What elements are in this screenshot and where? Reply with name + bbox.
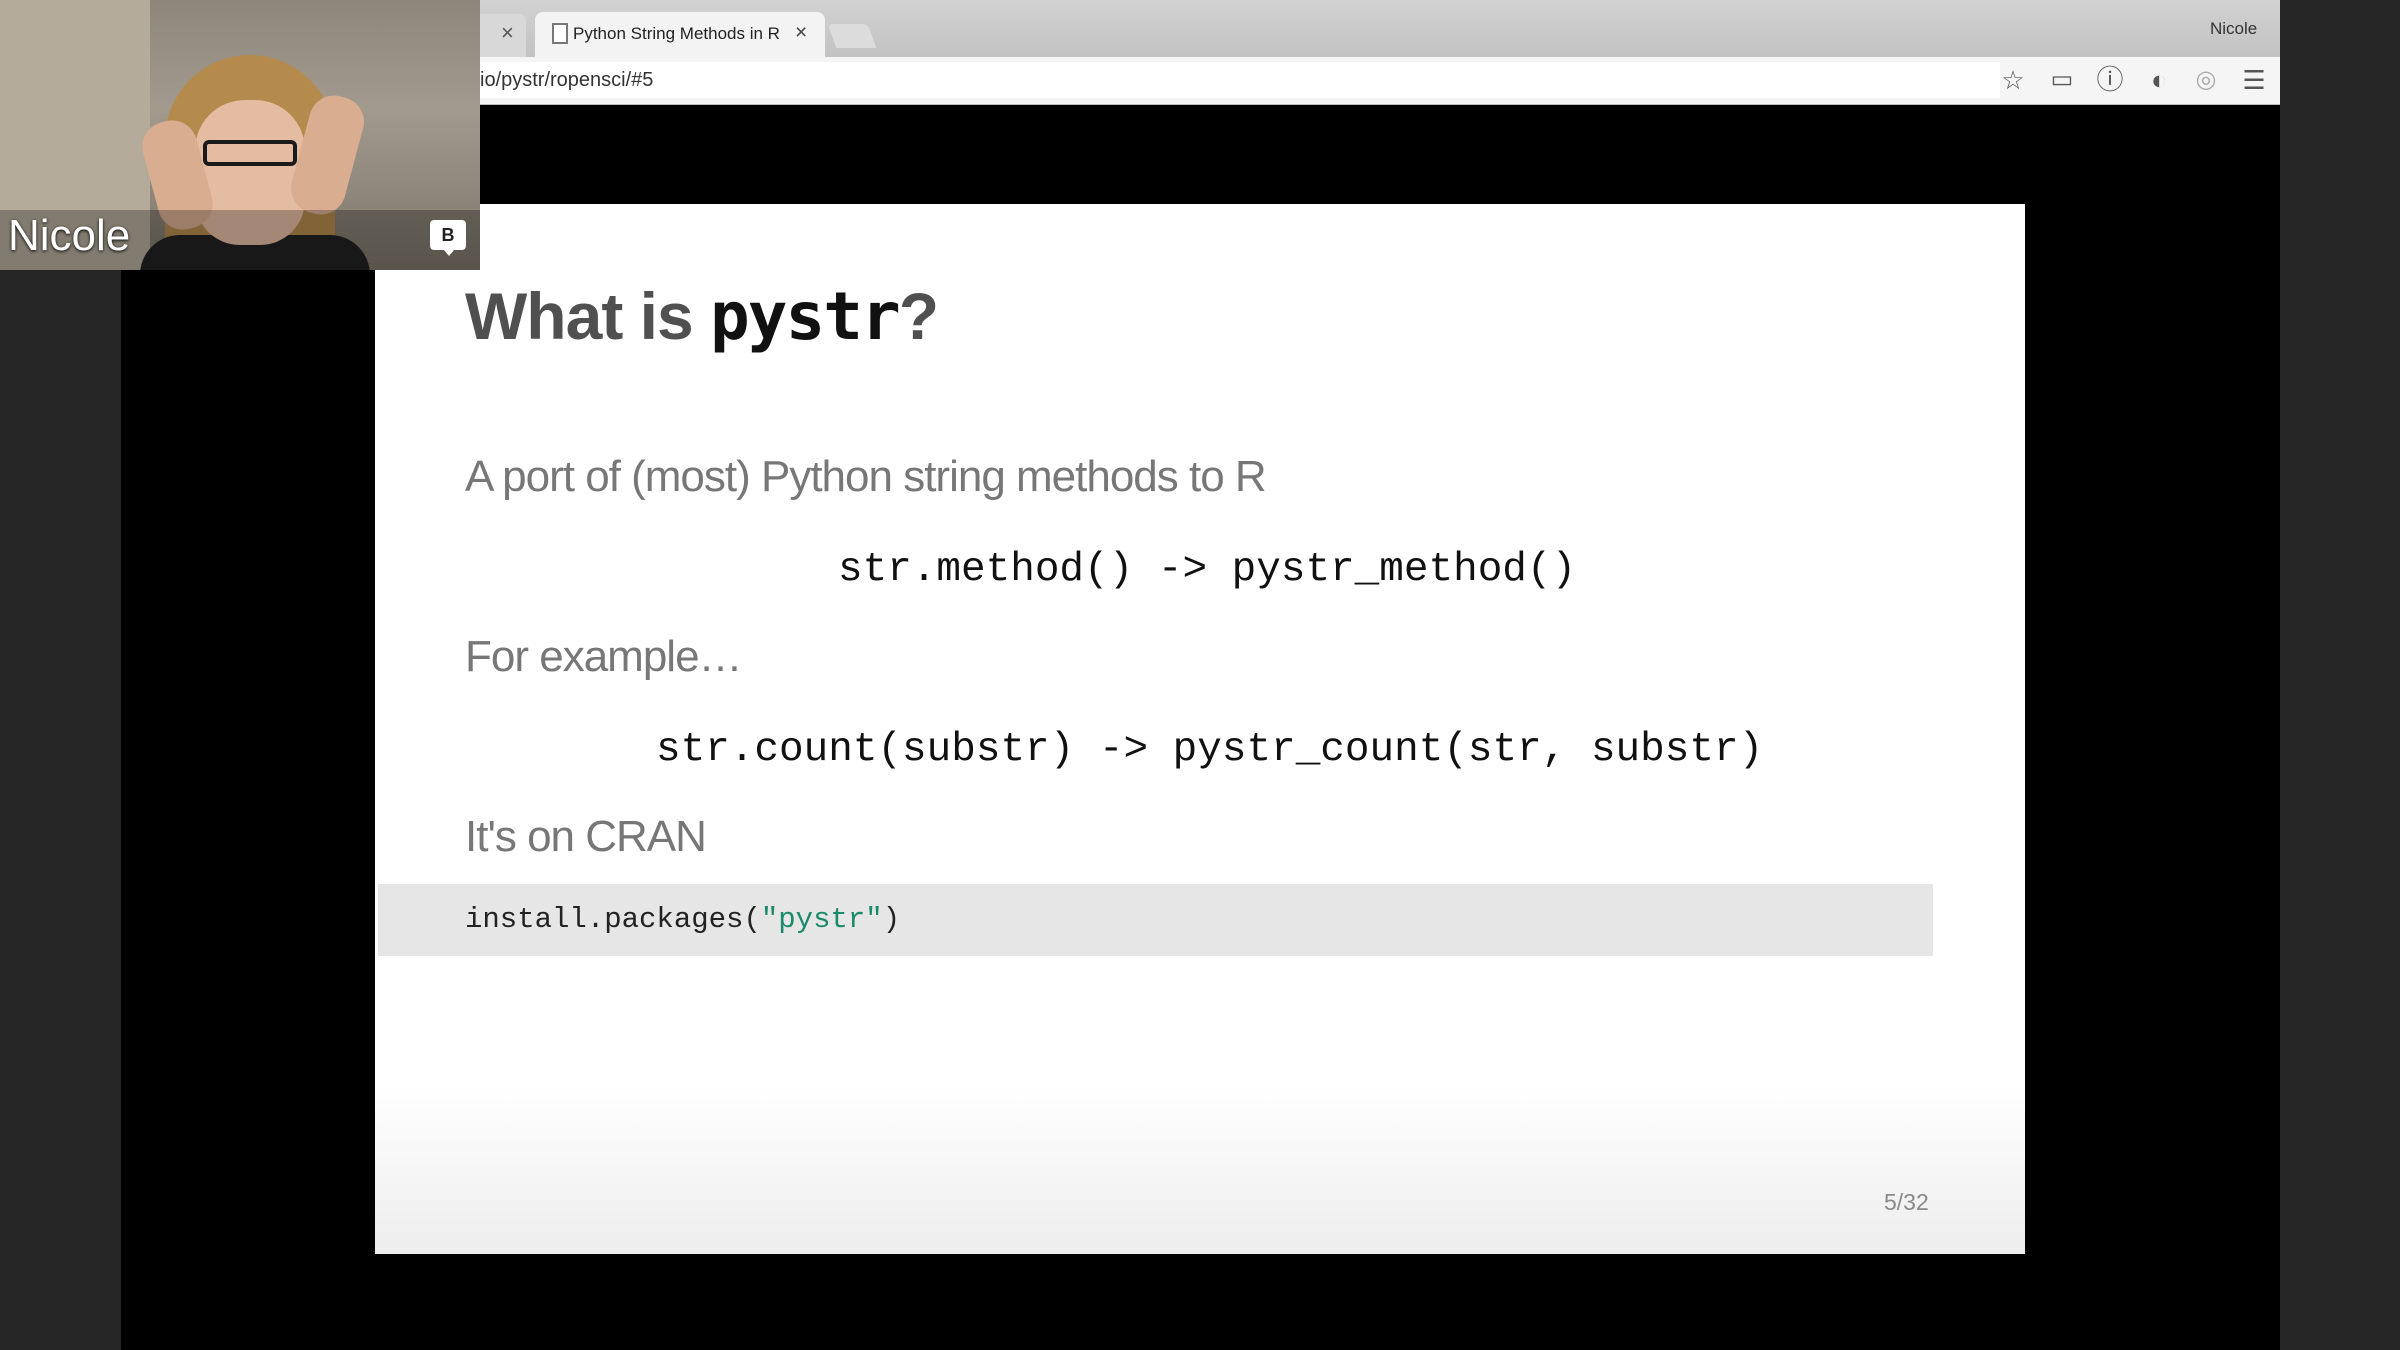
tab-close-icon[interactable]: ×	[795, 21, 807, 45]
slide-line-cran: It's on CRAN	[465, 812, 707, 861]
webcam-person-glasses	[203, 140, 297, 166]
slide-title: What is pystr?	[465, 278, 939, 355]
info-icon[interactable]: ⓘ	[2095, 65, 2125, 95]
menu-icon[interactable]: ☰	[2239, 65, 2269, 95]
slide-line-example: For example…	[465, 632, 743, 681]
cast-icon[interactable]: ▭	[2047, 65, 2077, 95]
participant-name: Nicole	[8, 211, 131, 260]
install-close: )	[882, 903, 901, 936]
slide-title-suffix: ?	[898, 279, 939, 353]
extension-icon[interactable]: ◐	[2144, 65, 2174, 95]
star-icon[interactable]: ☆	[1998, 65, 2028, 95]
install-code-text: install.packages("pystr")	[465, 903, 900, 936]
address-bar[interactable]	[470, 62, 2000, 98]
slide-title-prefix: What is	[465, 279, 711, 353]
url-text: io/pystr/ropensci/#5	[480, 69, 654, 91]
slide-title-code: pystr	[710, 278, 901, 355]
camera-icon[interactable]: ◎	[2191, 65, 2221, 95]
code-method-mapping: str.method() -> pystr_method()	[838, 547, 1577, 593]
slide-line-port: A port of (most) Python string methods t…	[465, 452, 1267, 501]
profile-name[interactable]: Nicole	[2210, 19, 2257, 39]
document-icon	[552, 23, 568, 44]
right-background	[2280, 0, 2400, 1350]
participant-badge-icon[interactable]: B	[430, 220, 466, 256]
webcam-video: Nicole B	[0, 0, 480, 270]
code-count-example: str.count(substr) -> pystr_count(str, su…	[656, 727, 1764, 773]
tab-title: Python String Methods in R	[573, 24, 780, 43]
slide-page-number: 5/32	[1884, 1189, 1929, 1215]
tab-previous-close-icon[interactable]: ×	[501, 20, 514, 46]
install-fn: install.packages(	[465, 903, 761, 936]
new-tab-button[interactable]	[827, 24, 877, 48]
install-arg: "pystr"	[760, 903, 883, 936]
